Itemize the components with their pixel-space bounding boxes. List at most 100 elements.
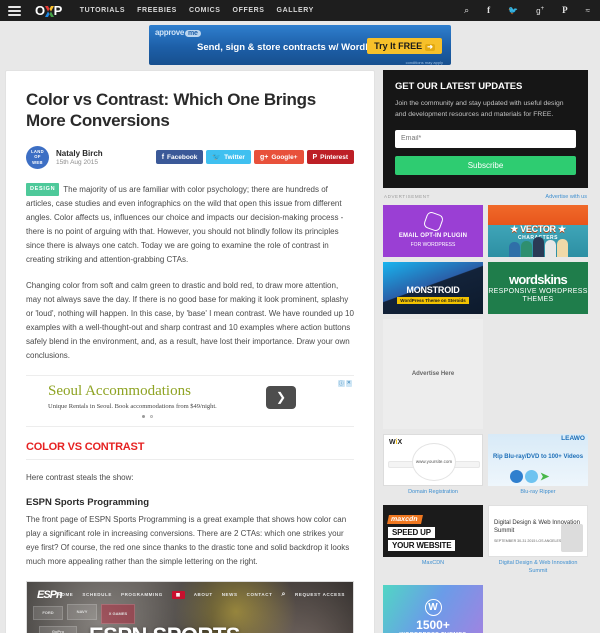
- article-column: Color vs Contrast: Which One Brings More…: [5, 70, 375, 633]
- sidebar-ad-grid: EMAIL OPT-IN PLUGIN FOR WORDPRESS ★ VECT…: [383, 204, 588, 633]
- facebook-icon[interactable]: f: [487, 6, 490, 15]
- top-social-icons: ⌕ f 🐦 g+ P ≈: [464, 6, 590, 16]
- inline-ad-text: Seoul Accommodations Unique Rentals in S…: [48, 383, 217, 418]
- espn-nav-programming: PROGRAMMING: [120, 592, 163, 597]
- nav-item-gallery[interactable]: GALLERY: [277, 7, 314, 14]
- adchoices-controls: ⓘ ✕: [337, 379, 352, 387]
- advertisement-label: ADVERTISEMENT: [384, 193, 430, 199]
- espn-nav-contact: CONTACT: [246, 592, 273, 597]
- espn-hero-title-line1: ESPN SPORTS: [89, 623, 240, 633]
- top-banner-ad-region: approve me Send, sign & store contracts w…: [0, 21, 600, 70]
- inline-ad-next-button[interactable]: ❯: [266, 385, 296, 409]
- nav-item-offers[interactable]: OFFERS: [233, 7, 265, 14]
- ad-maxcdn-line2: YOUR WEBSITE: [388, 540, 456, 552]
- cta-arrow-icon: ➜: [425, 44, 435, 51]
- inline-seoul-ad[interactable]: Seoul Accommodations Unique Rentals in S…: [26, 374, 354, 427]
- inline-ad-headline[interactable]: Seoul Accommodations: [48, 383, 217, 400]
- billboard-xgames: X GAMES: [101, 603, 135, 624]
- nav-item-comics[interactable]: COMICS: [189, 7, 221, 14]
- email-field[interactable]: [395, 129, 576, 148]
- espn-nav-home: HOME: [57, 592, 74, 597]
- newsletter-description: Join the community and stay updated with…: [395, 100, 564, 118]
- share-googleplus-button[interactable]: g+ Google+: [253, 150, 304, 164]
- pinterest-icon: P: [312, 153, 318, 161]
- ad-vector-title: ★ VECTOR ★: [510, 223, 566, 234]
- espn-hero-title: ESPN SPORTSPROGRAMMING: [89, 623, 256, 633]
- vector-characters-illustration: [488, 235, 588, 257]
- ad-email-opt-in-plugin[interactable]: EMAIL OPT-IN PLUGIN FOR WORDPRESS: [383, 204, 483, 257]
- subscribe-button[interactable]: Subscribe: [395, 155, 576, 175]
- carousel-dot-inactive[interactable]: [149, 415, 153, 418]
- ad-leawo-bluray-ripper[interactable]: LEAWO Rip Blu-ray/DVD to 100+ Videos ➤: [488, 433, 588, 486]
- site-logo[interactable]: OP: [35, 3, 62, 18]
- ad-summit-caption[interactable]: Digital Design & Web Innovation Summit: [488, 557, 588, 579]
- ad-leawo-caption[interactable]: Blu-ray Ripper: [488, 486, 588, 501]
- share-facebook-button[interactable]: f Facebook: [155, 150, 204, 164]
- ad-1500-wordpress-themes[interactable]: W 1500+ WORDPRESS THEMES TEMPLATEMONSTER…: [383, 584, 483, 633]
- adchoices-info-icon[interactable]: ⓘ: [337, 379, 345, 387]
- approveme-logo: approve me: [155, 28, 201, 37]
- banner-ad-cta-button[interactable]: Try It FREE ➜: [367, 38, 442, 54]
- logo-x-icon: [44, 5, 54, 17]
- article-paragraph-3: The front page of ESPN Sports Programmin…: [26, 514, 350, 566]
- ad-maxcdn[interactable]: maxcdn SPEED UP YOUR WEBSITE: [383, 505, 483, 558]
- ad-cell-1500-themes: W 1500+ WORDPRESS THEMES TEMPLATEMONSTER…: [383, 584, 483, 633]
- plugin-logo-icon: [422, 210, 444, 233]
- avatar[interactable]: LAND OF WEB: [26, 145, 49, 169]
- banner-ad-message: Send, sign & store contracts w/ WordPres…: [197, 42, 395, 53]
- search-icon[interactable]: ⌕: [464, 6, 469, 15]
- googleplus-icon[interactable]: g+: [536, 6, 544, 16]
- ad-cell-wordskins: wordskins RESPONSIVE WORDPRESS THEMES: [488, 261, 588, 314]
- approveme-banner-ad[interactable]: approve me Send, sign & store contracts w…: [149, 25, 451, 65]
- ad-maxcdn-caption[interactable]: MaxCDN: [383, 557, 483, 572]
- nav-item-tutorials[interactable]: TUTORIALS: [80, 7, 125, 14]
- twitter-icon[interactable]: 🐦: [508, 6, 518, 15]
- ad-cell-leawo: LEAWO Rip Blu-ray/DVD to 100+ Videos ➤ B…: [488, 433, 588, 501]
- ad-advertise-here[interactable]: Advertise Here: [383, 318, 483, 429]
- carousel-dot-active[interactable]: [141, 415, 145, 418]
- pinterest-icon[interactable]: P: [562, 6, 568, 15]
- advertise-with-us-link[interactable]: Advertise with us: [545, 194, 587, 200]
- article-intro-text: The majority of us are familiar with col…: [26, 184, 344, 264]
- share-pinterest-label: Pinterest: [320, 153, 348, 161]
- banner-ad-fine-print: conditions may apply: [405, 60, 443, 65]
- tablet-illustration: [561, 524, 583, 553]
- ad-monstroid[interactable]: MONSTROID WordPress Theme on Steroids: [383, 261, 483, 314]
- top-navigation-bar: OP TUTORIALS FREEBIES COMICS OFFERS GALL…: [0, 0, 600, 21]
- ad-wordskins[interactable]: wordskins RESPONSIVE WORDPRESS THEMES: [488, 261, 588, 314]
- espn-nav-schedule: SCHEDULE: [82, 592, 112, 597]
- ad-wix-domain-registration[interactable]: WiX www.yoursite.com: [383, 433, 483, 486]
- ad-wix-url: www.yoursite.com: [412, 442, 456, 481]
- share-pinterest-button[interactable]: P Pinterest: [306, 150, 354, 164]
- ad-email-opt-in-subtitle: FOR WORDPRESS: [410, 242, 456, 249]
- newsletter-signup-box: GET OUR LATEST UPDATES Join the communit…: [383, 70, 588, 188]
- billboard-ford: FORD: [33, 605, 63, 620]
- ad-cell-email-opt-in: EMAIL OPT-IN PLUGIN FOR WORDPRESS: [383, 204, 483, 257]
- twitter-icon: 🐦: [212, 154, 222, 161]
- ad-wix-caption[interactable]: Domain Registration: [383, 486, 483, 501]
- inline-ad-subline: Unique Rentals in Seoul. Book accommodat…: [48, 403, 217, 410]
- googleplus-icon: g+: [259, 153, 269, 161]
- share-twitter-label: Twitter: [224, 153, 245, 161]
- nav-item-freebies[interactable]: FREEBIES: [137, 7, 177, 14]
- ad-digital-design-summit[interactable]: Digital Design & Web Innovation Summit S…: [488, 505, 588, 558]
- page-content: Color vs Contrast: Which One Brings More…: [0, 70, 600, 633]
- advertisement-label-row: ADVERTISEMENT Advertise with us: [383, 188, 588, 205]
- espn-nav-about: ABOUT: [193, 592, 213, 597]
- byline-meta: Nataly Birch 15th Aug 2015: [56, 149, 103, 166]
- ad-vector-characters[interactable]: ★ VECTOR ★ CHARACTERS: [488, 204, 588, 257]
- hamburger-menu-icon[interactable]: [8, 5, 21, 16]
- share-twitter-button[interactable]: 🐦 Twitter: [206, 150, 251, 164]
- rss-icon[interactable]: ≈: [586, 6, 590, 15]
- section-heading: COLOR VS CONTRAST: [26, 441, 354, 460]
- avatar-line-3: WEB: [32, 159, 43, 165]
- sidebar-column: GET OUR LATEST UPDATES Join the communit…: [383, 70, 588, 633]
- ad-wordskins-subtitle: RESPONSIVE WORDPRESS THEMES: [488, 287, 588, 303]
- ad-monstroid-subtitle: WordPress Theme on Steroids: [397, 296, 469, 304]
- espn-nav-news: NEWS: [221, 592, 238, 597]
- article-paragraph-2: Changing color from soft and calm green …: [26, 280, 354, 360]
- ad-cell-monstroid: MONSTROID WordPress Theme on Steroids: [383, 261, 483, 314]
- share-buttons: f Facebook 🐦 Twitter g+ Google+ P Pinterest: [155, 150, 354, 164]
- share-facebook-label: Facebook: [167, 153, 198, 161]
- adchoices-close-icon[interactable]: ✕: [345, 379, 352, 387]
